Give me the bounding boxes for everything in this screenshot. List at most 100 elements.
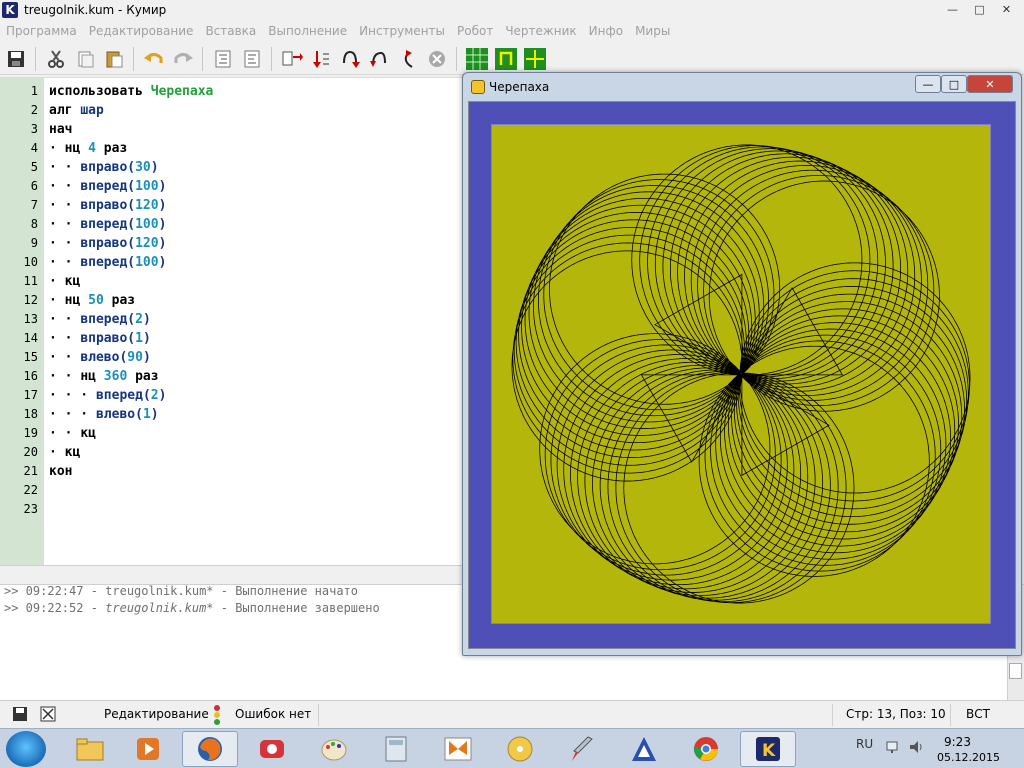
code-token: вперед — [80, 217, 128, 232]
menu-item[interactable]: Инфо — [583, 24, 629, 38]
start-button[interactable] — [6, 731, 46, 767]
language-indicator[interactable]: RU — [856, 737, 873, 751]
code-token: · · — [49, 350, 81, 365]
indent-button[interactable] — [210, 46, 236, 72]
turtle-close-button[interactable]: ✕ — [967, 75, 1013, 93]
disc-icon — [507, 736, 533, 762]
menu-item[interactable]: Вставка — [199, 24, 262, 38]
network-icon[interactable] — [886, 739, 902, 758]
step-over-button[interactable] — [337, 46, 363, 72]
cut-button[interactable] — [43, 46, 69, 72]
code-line[interactable]: · · вперед(100) — [49, 253, 166, 272]
draftsman-button[interactable] — [522, 46, 548, 72]
code-token: ) — [158, 388, 167, 403]
volume-icon[interactable] — [908, 739, 924, 758]
code-line[interactable]: · кц — [49, 443, 80, 462]
taskbar-chrome[interactable] — [678, 731, 734, 767]
code-token: · · — [49, 331, 81, 346]
taskbar-kumir[interactable]: K — [740, 731, 796, 767]
code-token: · — [49, 141, 65, 156]
kumir-app-icon[interactable]: K — [2, 2, 18, 18]
copy-button[interactable] — [72, 46, 98, 72]
close-icon: ✕ — [1001, 2, 1012, 16]
code-token: · · — [49, 217, 81, 232]
menu-item[interactable]: Чертежник — [499, 24, 582, 38]
code-line[interactable]: · · кц — [49, 424, 96, 443]
undo-button[interactable] — [141, 46, 167, 72]
code-line[interactable]: · · вправо(120) — [49, 234, 166, 253]
taskbar-calculator[interactable] — [368, 731, 424, 767]
toolbar-separator — [35, 46, 36, 71]
code-line[interactable]: · · влево(90) — [49, 348, 151, 367]
code-line[interactable]: · · · влево(1) — [49, 405, 159, 424]
menu-item[interactable]: Редактирование — [83, 24, 200, 38]
clock-date[interactable]: 05.12.2015 — [937, 751, 1000, 764]
code-line[interactable]: · · вперед(100) — [49, 215, 166, 234]
log-file: treugolnik.kum* — [105, 601, 214, 615]
taskbar-media-player[interactable] — [120, 731, 176, 767]
code-line[interactable]: · · вправо(1) — [49, 329, 151, 348]
code-line[interactable]: · · вправо(30) — [49, 158, 159, 177]
stop-button[interactable] — [424, 46, 450, 72]
code-line[interactable]: · · вправо(120) — [49, 196, 166, 215]
code-token: вправо — [80, 198, 128, 213]
menu-item[interactable]: Выполнение — [262, 24, 353, 38]
save-icon — [8, 50, 24, 67]
code-line[interactable]: · · вперед(2) — [49, 310, 151, 329]
code-line[interactable]: использовать Черепаха — [49, 82, 213, 101]
butterfly-icon — [444, 737, 472, 761]
code-line[interactable]: · · вперед(100) — [49, 177, 166, 196]
undo-icon — [144, 52, 163, 63]
turtle-minimize-button[interactable]: — — [915, 75, 941, 93]
taskbar-disc[interactable] — [492, 731, 548, 767]
code-line[interactable]: · · нц 360 раз — [49, 367, 159, 386]
turtle-canvas[interactable] — [491, 124, 991, 624]
code-token: ) — [142, 331, 151, 346]
taskbar-rocket[interactable] — [554, 731, 610, 767]
turtle-drawing — [511, 144, 971, 604]
clock-time[interactable]: 9:23 — [944, 735, 971, 749]
save-status-icon[interactable] — [12, 706, 28, 725]
line-number: 16 — [23, 369, 38, 383]
code-line[interactable]: · нц 4 раз — [49, 139, 127, 158]
checkbox-icon[interactable] — [40, 706, 56, 725]
code-line[interactable]: · кц — [49, 272, 80, 291]
taskbar-paint[interactable] — [306, 731, 362, 767]
scrollbar-thumb[interactable] — [1009, 663, 1022, 679]
run-button[interactable] — [279, 46, 305, 72]
menu-item[interactable]: Инструменты — [353, 24, 451, 38]
editor-horizontal-scrollbar[interactable] — [0, 565, 462, 583]
turtle-maximize-button[interactable]: □ — [941, 75, 967, 93]
maximize-icon: □ — [974, 2, 985, 16]
code-line[interactable]: кон — [49, 462, 72, 481]
redo-button[interactable] — [170, 46, 196, 72]
save-button[interactable] — [3, 46, 29, 72]
taskbar-alt-linux[interactable] — [616, 731, 672, 767]
turtle-frame-button[interactable] — [493, 46, 519, 72]
code-editor[interactable]: 1 2 3 4 5 6 7 8 9 10 11 12 13 14 15 16 17 18 19 20 21 22 23 ис… — [0, 77, 462, 566]
menu-item[interactable]: Миры — [629, 24, 676, 38]
code-line[interactable]: нач — [49, 120, 72, 139]
code-line[interactable]: алг шар — [49, 101, 104, 120]
code-token: · · — [49, 312, 81, 327]
minimize-button[interactable]: — — [939, 0, 966, 18]
step-in-button[interactable] — [308, 46, 334, 72]
menu-item[interactable]: Программа — [0, 24, 83, 38]
step-out-button[interactable] — [366, 46, 392, 72]
code-line[interactable]: · нц 50 раз — [49, 291, 135, 310]
step-back-icon — [404, 49, 413, 68]
taskbar-presentation[interactable] — [244, 731, 300, 767]
step-over-icon — [343, 50, 360, 68]
code-line[interactable]: · · · вперед(2) — [49, 386, 166, 405]
maximize-button[interactable]: □ — [966, 0, 993, 18]
taskbar-explorer[interactable] — [62, 731, 118, 767]
menu-item[interactable]: Робот — [451, 24, 499, 38]
taskbar-butterfly[interactable] — [430, 731, 486, 767]
line-number: 11 — [23, 274, 38, 288]
unindent-button[interactable] — [239, 46, 265, 72]
paste-button[interactable] — [101, 46, 127, 72]
taskbar-firefox[interactable] — [182, 731, 238, 767]
step-back-button[interactable] — [395, 46, 421, 72]
robot-grid-button[interactable] — [464, 46, 490, 72]
close-button[interactable]: ✕ — [993, 0, 1020, 18]
